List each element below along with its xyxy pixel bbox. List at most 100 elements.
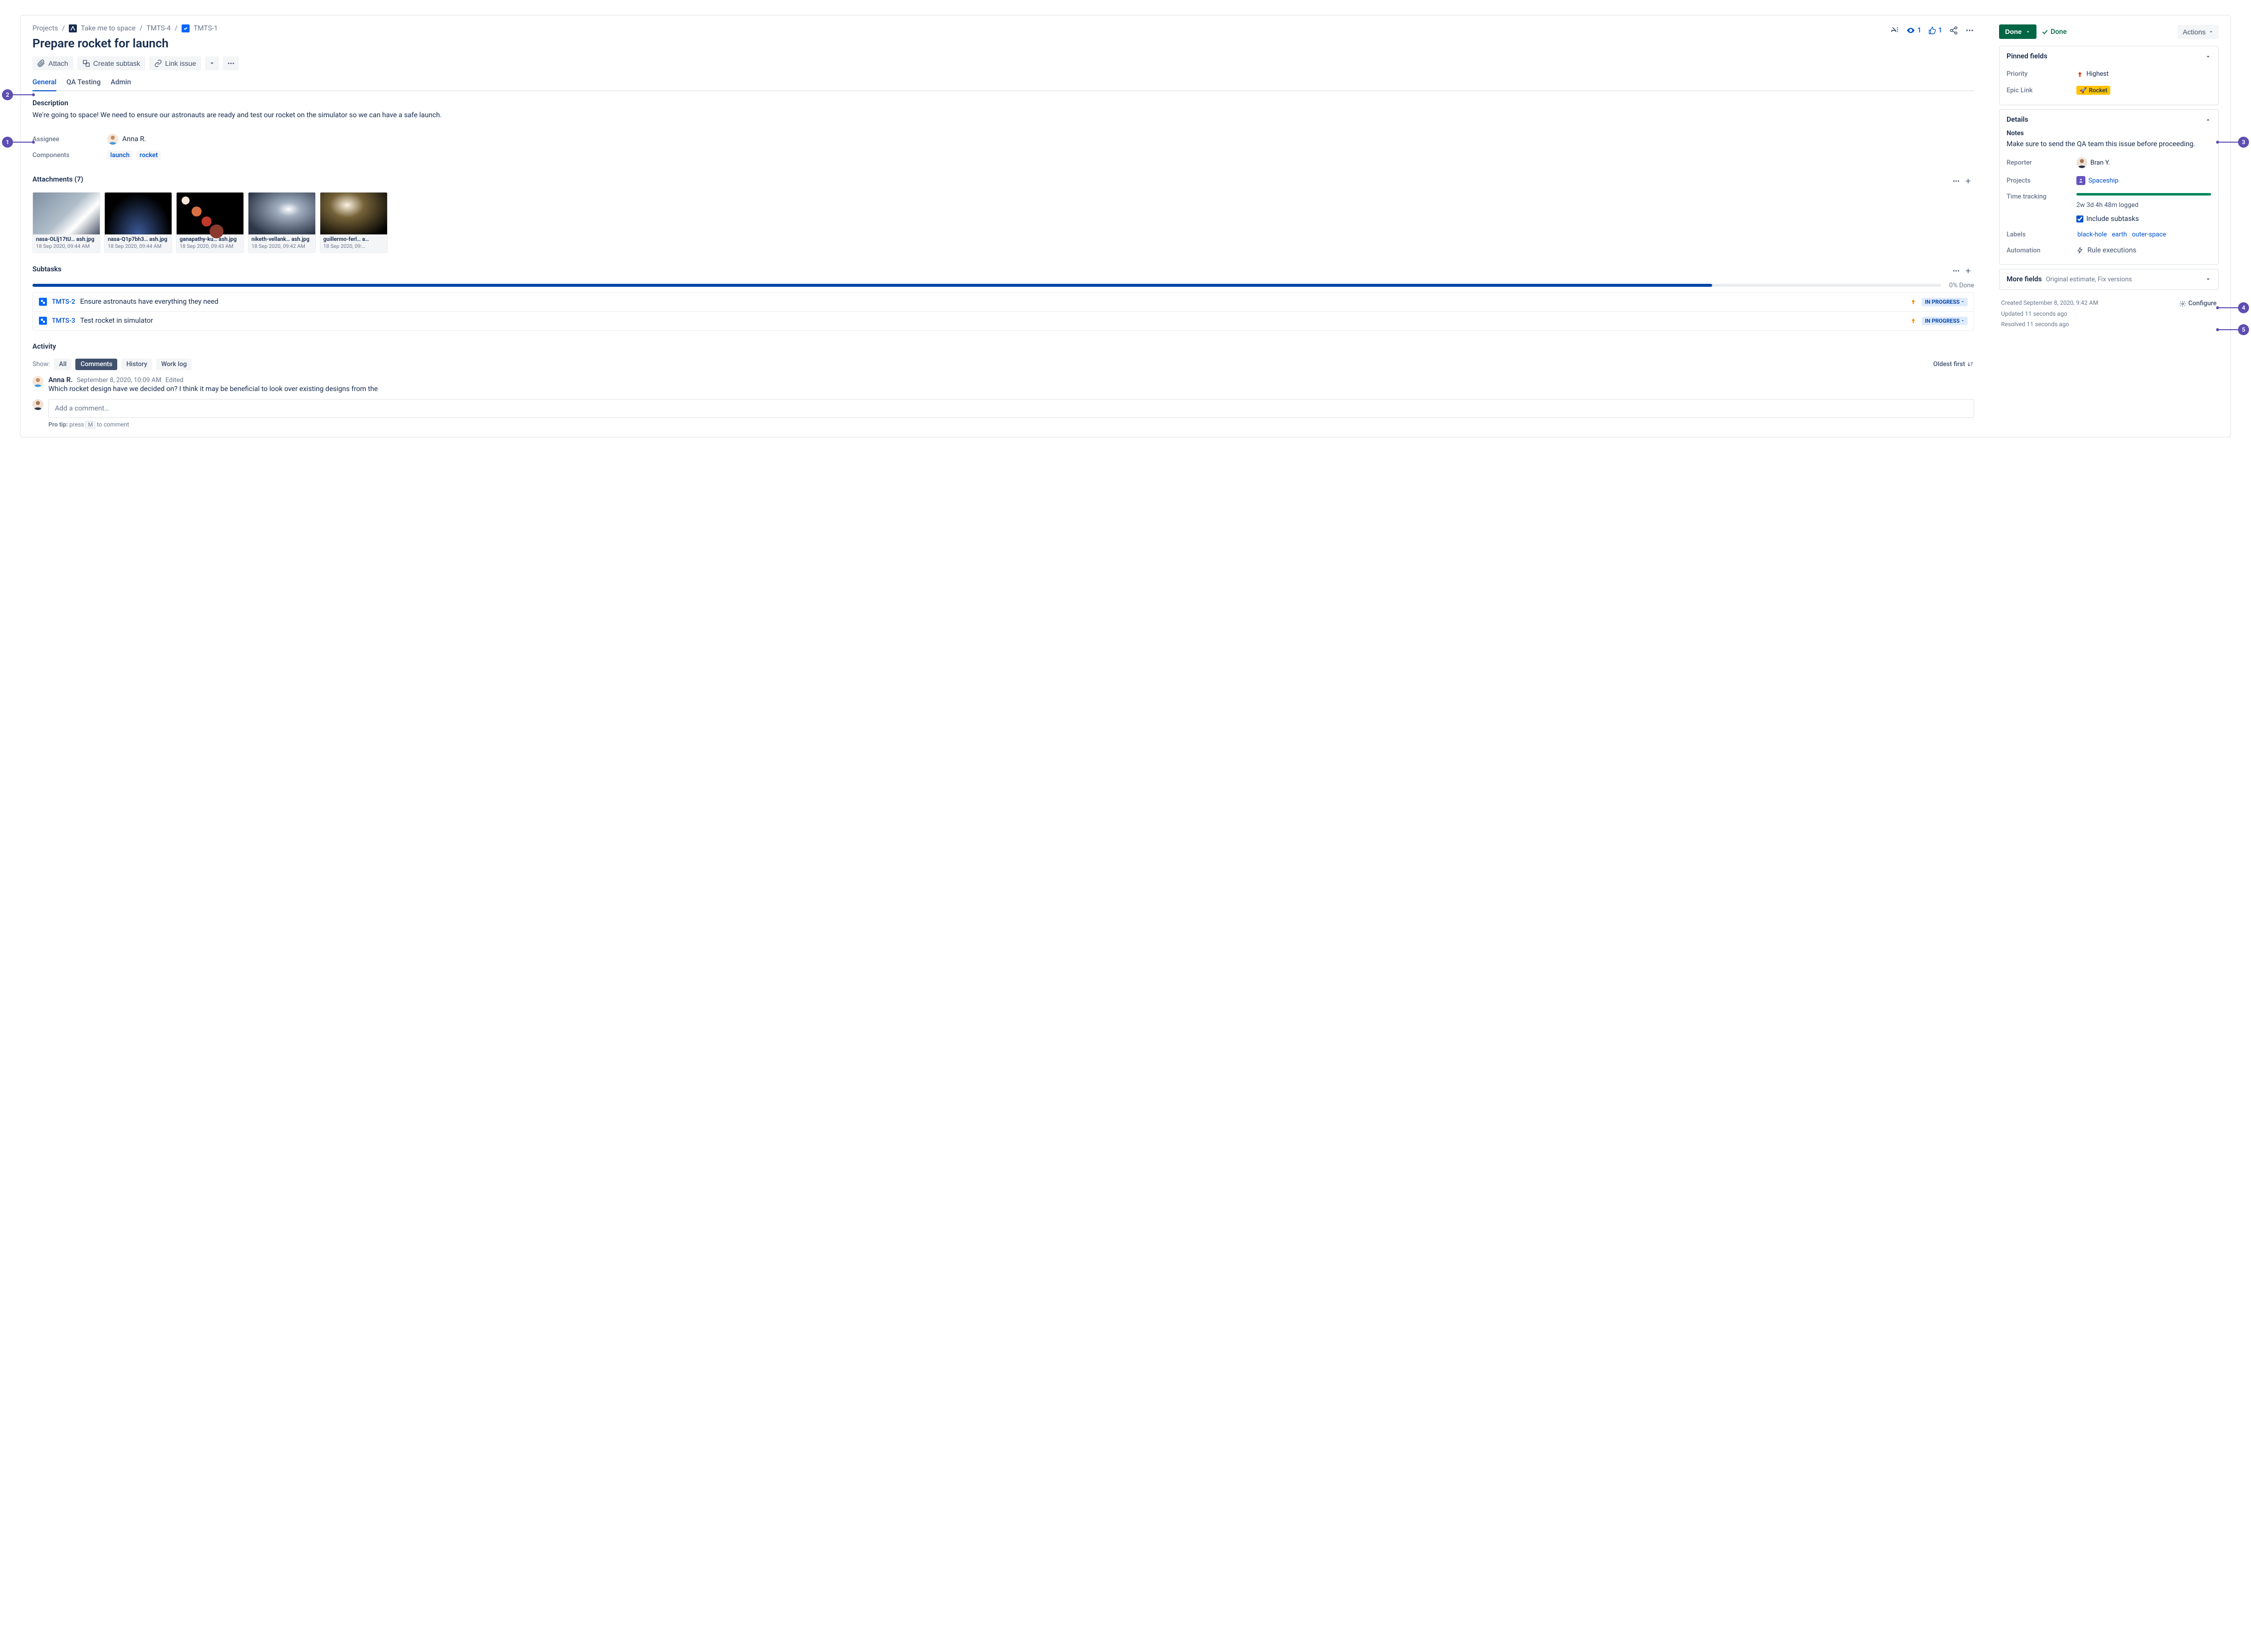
project-icon [2076, 176, 2085, 185]
attachment-item[interactable]: nasa-OLlj17tU… ash.jpg18 Sep 2020, 09:44… [32, 192, 100, 253]
attachments-heading: Attachments (7) [32, 176, 83, 184]
annotation-3: 3 [2216, 137, 2249, 148]
subtask-progress-text: 0% Done [1949, 282, 1974, 289]
priority-value[interactable]: Highest [2076, 70, 2109, 78]
time-tracking-bar[interactable] [2076, 193, 2211, 196]
chevron-down-icon [2205, 276, 2211, 282]
details-header[interactable]: Details [2007, 116, 2211, 124]
time-tracking-label: Time tracking [2007, 193, 2076, 201]
link-issue-dropdown[interactable] [205, 56, 219, 70]
status-dropdown[interactable]: IN PROGRESS [1922, 298, 1968, 306]
issue-type-icon [182, 24, 190, 32]
link-issue-button[interactable]: Link issue [149, 56, 201, 70]
filter-history[interactable]: History [121, 359, 152, 370]
attachment-item[interactable]: ganapathy-ku… ash.jpg18 Sep 2020, 09:43 … [176, 192, 244, 253]
chevron-up-icon [2205, 117, 2211, 123]
issue-title[interactable]: Prepare rocket for launch [32, 36, 1974, 50]
tab-general[interactable]: General [32, 78, 56, 90]
attachment-item[interactable]: guillermo-ferl… a…18 Sep 2020, 09:… [320, 192, 388, 253]
attachment-thumb [105, 193, 172, 234]
subtask-icon [39, 298, 47, 306]
assignee-value[interactable]: Anna R. [107, 134, 146, 145]
reporter-label: Reporter [2007, 159, 2076, 167]
comment-text: Which rocket design have we decided on? … [48, 385, 378, 393]
label-chip[interactable]: outer-space [2131, 231, 2167, 238]
comment-edited-label: Edited [166, 377, 184, 384]
updated-timestamp: Updated 11 seconds ago [2001, 309, 2217, 320]
attachment-thumb [248, 193, 315, 234]
watchers-button[interactable]: 1 [1906, 26, 1921, 35]
toolbar-more-icon[interactable] [223, 56, 239, 70]
subtask-row[interactable]: TMTS-3 Test rocket in simulator IN PROGR… [33, 311, 1974, 330]
label-chip[interactable]: earth [2111, 231, 2128, 238]
resolution-indicator: Done [2041, 28, 2066, 36]
subtasks-add-icon[interactable] [1962, 265, 1974, 277]
projects-value[interactable]: Spaceship [2076, 176, 2118, 185]
protip-text: Pro tip: press M to comment [48, 421, 1974, 428]
reporter-value[interactable]: Bran Y. [2076, 157, 2110, 168]
automation-link[interactable]: Rule executions [2076, 246, 2136, 254]
epic-link-chip[interactable]: 🚀Rocket [2076, 86, 2110, 95]
pinned-fields-header[interactable]: Pinned fields [2007, 52, 2211, 60]
epic-link-label: Epic Link [2007, 87, 2076, 94]
breadcrumb-parent[interactable]: TMTS-4 [147, 24, 171, 32]
status-dropdown[interactable]: IN PROGRESS [1922, 317, 1968, 325]
feedback-icon[interactable] [1890, 26, 1899, 35]
sort-button[interactable]: Oldest first [1933, 361, 1974, 368]
assignee-label: Assignee [32, 136, 107, 143]
subtasks-heading: Subtasks [32, 265, 61, 273]
component-chip[interactable]: launch [107, 151, 133, 160]
project-icon [69, 24, 77, 32]
subtask-icon [39, 317, 47, 325]
status-button[interactable]: Done [1999, 24, 2036, 39]
tab-admin[interactable]: Admin [111, 78, 131, 90]
create-subtask-button[interactable]: Create subtask [77, 56, 145, 70]
current-user-avatar [32, 399, 43, 410]
activity-heading: Activity [32, 343, 56, 351]
component-chip[interactable]: rocket [137, 151, 161, 160]
issue-tabs: General QA Testing Admin [32, 78, 1974, 91]
breadcrumb-project[interactable]: Take me to space [81, 24, 136, 32]
description-text[interactable]: We're going to space! We need to ensure … [32, 110, 1974, 121]
priority-label: Priority [2007, 70, 2076, 78]
reporter-avatar [2076, 157, 2087, 168]
assignee-avatar [107, 134, 118, 145]
comment-item: Anna R. September 8, 2020, 10:09 AM Edit… [32, 376, 1974, 393]
subtask-row[interactable]: TMTS-2 Ensure astronauts have everything… [33, 293, 1974, 311]
comment-avatar [32, 376, 43, 387]
attachment-thumb [320, 193, 387, 234]
projects-label: Projects [2007, 177, 2076, 185]
attachment-item[interactable]: nasa-Q1p7bh3… ash.jpg18 Sep 2020, 09:44 … [104, 192, 172, 253]
notes-text[interactable]: Make sure to send the QA team this issue… [2007, 140, 2211, 148]
filter-all[interactable]: All [54, 359, 71, 370]
filter-comments[interactable]: Comments [75, 359, 117, 370]
label-chip[interactable]: black-hole [2076, 231, 2108, 238]
share-icon[interactable] [1949, 26, 1958, 35]
more-fields-header[interactable]: More fields Original estimate, Fix versi… [2007, 275, 2211, 283]
subtasks-more-icon[interactable] [1950, 265, 1962, 277]
chevron-up-icon [2205, 53, 2211, 59]
tab-qa-testing[interactable]: QA Testing [66, 78, 101, 90]
include-subtasks-checkbox[interactable]: Include subtasks [2076, 215, 2211, 223]
attachment-thumb [177, 193, 243, 234]
comment-author[interactable]: Anna R. [48, 376, 73, 384]
breadcrumb: Projects / Take me to space / TMTS-4 / T… [32, 24, 218, 32]
issue-panel: Projects / Take me to space / TMTS-4 / T… [20, 15, 2231, 437]
priority-highest-icon [1910, 298, 1917, 305]
add-comment-input[interactable]: Add a comment… [48, 399, 1974, 418]
more-actions-icon[interactable] [1965, 26, 1974, 35]
actions-button[interactable]: Actions [2178, 25, 2219, 39]
attach-button[interactable]: Attach [32, 56, 73, 70]
attachments-more-icon[interactable] [1950, 175, 1962, 187]
like-button[interactable]: 1 [1928, 26, 1942, 34]
configure-link[interactable]: Configure [2179, 298, 2217, 309]
attachment-item[interactable]: niketh-vellank… ash.jpg18 Sep 2020, 09:4… [248, 192, 316, 253]
filter-worklog[interactable]: Work log [156, 359, 192, 370]
annotation-4: 4 [2216, 302, 2249, 313]
resolved-timestamp: Resolved 11 seconds ago [2001, 319, 2217, 330]
breadcrumb-issue-key[interactable]: TMTS-1 [194, 24, 218, 32]
attachments-add-icon[interactable] [1962, 175, 1974, 187]
comment-timestamp: September 8, 2020, 10:09 AM [77, 377, 162, 384]
gear-icon [2179, 300, 2186, 307]
breadcrumb-projects[interactable]: Projects [32, 24, 58, 32]
